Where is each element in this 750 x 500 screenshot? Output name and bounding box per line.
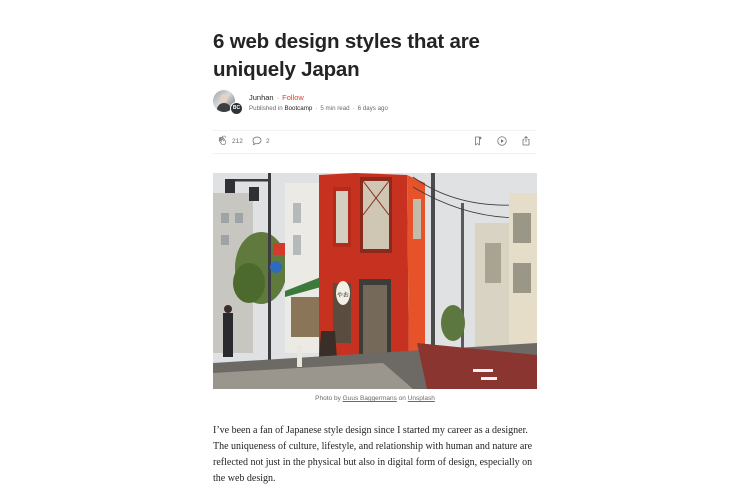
author-line: Junhan · Follow xyxy=(249,93,304,103)
caption-mid: on xyxy=(398,395,406,402)
share-button[interactable] xyxy=(520,135,532,147)
meta-line: Published in Bootcamp · 5 min read · 6 days … xyxy=(249,104,388,113)
photographer-link[interactable]: Guus Baggermans xyxy=(343,395,397,402)
read-time: 5 min read xyxy=(320,105,350,112)
follow-button[interactable]: Follow xyxy=(282,93,304,102)
share-icon xyxy=(520,135,532,147)
divider xyxy=(213,130,537,131)
divider xyxy=(213,153,537,154)
source-link[interactable]: Unsplash xyxy=(408,395,435,402)
lantern-sign-text: やお xyxy=(337,291,349,299)
separator-dot: · xyxy=(315,105,318,112)
article-paragraph: I’ve been a fan of Japanese style design… xyxy=(213,425,533,484)
separator-dot: · xyxy=(352,105,355,112)
publication-badge[interactable]: BC xyxy=(230,102,243,115)
author-name[interactable]: Junhan xyxy=(249,93,274,102)
avatar-body xyxy=(217,103,231,112)
comment-icon xyxy=(251,135,263,147)
save-button[interactable] xyxy=(472,135,484,147)
clap-icon xyxy=(217,135,229,147)
street-scene-image: やお xyxy=(213,173,537,389)
article-title: 6 web design styles that are uniquely Ja… xyxy=(213,30,480,81)
caption-prefix: Photo by xyxy=(315,395,341,402)
response-count: 2 xyxy=(266,137,270,145)
clap-button[interactable]: 212 xyxy=(217,135,243,147)
avatar-face xyxy=(220,94,228,103)
action-bar: 212 2 xyxy=(213,130,537,154)
publication-link[interactable]: Bootcamp xyxy=(284,105,312,112)
play-icon xyxy=(496,135,508,147)
byline: BC Junhan · Follow Published in Bootcamp · 5… xyxy=(213,90,537,115)
clap-count: 212 xyxy=(232,137,243,145)
bookmark-add-icon xyxy=(472,135,484,147)
listen-button[interactable] xyxy=(496,135,508,147)
responses-button[interactable]: 2 xyxy=(251,135,270,147)
separator-dot: · xyxy=(276,93,280,102)
hero-photo: やお xyxy=(213,173,537,389)
published-prefix: Published in xyxy=(249,105,283,112)
publish-date: 6 days ago xyxy=(357,105,388,112)
photo-caption: Photo by Guus Baggermans on Unsplash xyxy=(213,394,537,403)
